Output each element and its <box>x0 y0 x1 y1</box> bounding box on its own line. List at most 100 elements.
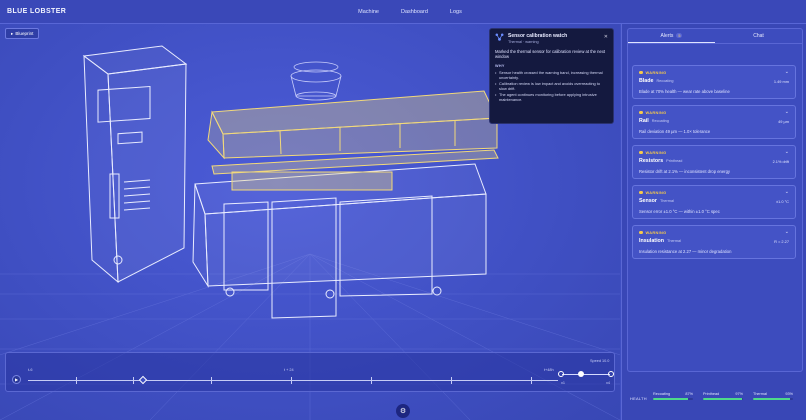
nav-machine[interactable]: Machine <box>358 9 379 15</box>
alert-name: Resistors <box>639 158 664 164</box>
health-printhead: Printhead 97% <box>703 392 743 400</box>
blueprint-label: Blueprint <box>15 31 34 36</box>
settings-gear-icon[interactable]: ⚙ <box>396 404 410 418</box>
alert-card-sensor[interactable]: WARNING ⌄ Sensor Thermal ±1.0 °C Sensor e… <box>632 185 796 219</box>
highlighted-assembly <box>207 90 499 175</box>
chevron-down-icon[interactable]: ⌄ <box>785 189 789 195</box>
warning-dot-icon <box>639 230 643 235</box>
top-bar: BLUE LOBSTER Machine Dashboard Logs <box>0 0 806 24</box>
right-sidebar: Alerts 5 Chat WARNING ⌄ Blade Recoating 1… <box>621 24 806 420</box>
play-button[interactable]: ▶ <box>12 375 21 384</box>
alert-value: R = 2.27 <box>774 239 789 244</box>
chevron-down-icon[interactable]: ⌄ <box>785 229 789 235</box>
alert-category: Thermal <box>667 239 681 243</box>
alerts-count-badge: 5 <box>676 33 683 38</box>
alert-description: Sensor error ±1.0 °C — within ±1.0 °C sp… <box>639 209 720 214</box>
alert-name: Blade <box>639 78 654 84</box>
agent-icon <box>495 33 504 41</box>
health-recoating: Recoating 87% <box>653 392 693 400</box>
warning-dot-icon <box>639 150 643 155</box>
timeline-tick <box>133 377 134 384</box>
alert-category: Recoating <box>656 79 674 83</box>
health-percent: 97% <box>735 392 743 396</box>
alert-value: 49 µm <box>778 119 789 124</box>
speed-min-label: x1 <box>561 381 566 385</box>
health-fill <box>653 398 688 400</box>
timeline-track[interactable] <box>28 380 558 381</box>
alert-level: WARNING <box>645 150 667 155</box>
timeline-tick <box>531 377 532 384</box>
timeline-tick <box>291 377 292 384</box>
timeline-tick <box>371 377 372 384</box>
alert-level: WARNING <box>645 70 667 75</box>
alert-card-insulation[interactable]: WARNING ⌄ Insulation Thermal R = 2.27 Ins… <box>632 225 796 259</box>
sensor-popup: Sensor calibration watch Thermal · warni… <box>489 28 614 124</box>
popup-title: Sensor calibration watch <box>508 33 568 39</box>
popup-subtitle: Thermal · warning <box>508 40 539 44</box>
health-fill <box>703 398 742 400</box>
timeline-tick <box>76 377 77 384</box>
hopper <box>290 61 342 101</box>
tab-alerts[interactable]: Alerts 5 <box>628 29 715 43</box>
alert-level: WARNING <box>645 110 667 115</box>
alert-level: WARNING <box>645 190 667 195</box>
nav-logs[interactable]: Logs <box>450 9 462 15</box>
reason-list: Sensor health crossed the warning band, … <box>495 70 608 102</box>
warning-dot-icon <box>639 190 643 195</box>
why-heading: WHY <box>495 63 505 68</box>
alert-description: Insulation resistance at 2.27 — minor de… <box>639 249 732 254</box>
tab-alerts-label: Alerts <box>660 32 674 39</box>
alert-card-blade[interactable]: WARNING ⌄ Blade Recoating 1.49 mm Blade a… <box>632 65 796 99</box>
blueprint-button[interactable]: ▸ Blueprint <box>5 28 40 39</box>
speed-max-handle <box>608 371 614 377</box>
speed-min-handle <box>558 371 564 377</box>
timeline-tick <box>451 377 452 384</box>
alert-category: Thermal <box>659 199 674 203</box>
tab-chat[interactable]: Chat <box>715 29 802 43</box>
speed-knob[interactable] <box>578 371 584 377</box>
speed-slider[interactable] <box>562 374 610 375</box>
panel-tabs: Alerts 5 Chat <box>628 29 802 44</box>
alert-category: Printhead <box>666 159 683 163</box>
alert-category: Recoating <box>651 119 669 123</box>
timeline-end-label: t+48h <box>544 368 554 372</box>
speed-label: Speed 10.0 <box>590 359 610 363</box>
timeline-playhead[interactable] <box>138 375 148 385</box>
timeline-mid-label: t + 24 <box>284 368 294 372</box>
timeline-tick <box>211 377 212 384</box>
health-percent: 93% <box>785 392 793 396</box>
alert-value: 1.49 mm <box>773 79 789 84</box>
alert-card-resistors[interactable]: WARNING ⌄ Resistors Printhead 2.1% drift … <box>632 145 796 179</box>
tall-cabinet <box>82 45 188 284</box>
health-label: HEALTH <box>630 396 647 401</box>
main-nav: Machine Dashboard Logs <box>0 0 806 24</box>
chevron-down-icon[interactable]: ⌄ <box>785 109 789 115</box>
health-percent: 87% <box>685 392 693 396</box>
reason-item: Calibration review is low impact and avo… <box>495 81 608 91</box>
alert-value: 2.1% drift <box>772 159 789 164</box>
alert-name: Sensor <box>639 198 657 204</box>
warning-dot-icon <box>639 70 643 75</box>
chevron-down-icon[interactable]: ⌄ <box>785 149 789 155</box>
chevron-down-icon[interactable]: ⌄ <box>785 69 789 75</box>
health-fill <box>753 398 791 400</box>
tab-chat-label: Chat <box>753 33 764 39</box>
nav-dashboard[interactable]: Dashboard <box>401 9 428 15</box>
health-thermal: Thermal 93% <box>753 392 793 400</box>
close-icon[interactable]: ✕ <box>604 34 608 40</box>
alerts-panel: Alerts 5 Chat WARNING ⌄ Blade Recoating 1… <box>627 28 803 372</box>
warning-dot-icon <box>639 110 643 115</box>
alert-description: Resistor drift at 2.1% — inconsistent dr… <box>639 169 731 174</box>
speed-max-label: x4 <box>606 381 611 385</box>
reason-item: The agent continues monitoring before ap… <box>495 92 608 102</box>
timeline-panel: ▶ t-6 t + 24 t+48h Speed 10.0 x1 x4 <box>5 352 615 392</box>
alert-description: Blade at 70% health — wear rate above ba… <box>639 89 730 94</box>
machine-viewport[interactable]: ▸ Blueprint Sensor calibration watch The… <box>0 24 620 420</box>
play-small-icon: ▸ <box>11 30 14 36</box>
alert-name: Rail <box>639 118 649 124</box>
alert-description: Rail deviation 49 µm — 1.0× tolerance <box>639 129 711 134</box>
alert-card-rail[interactable]: WARNING ⌄ Rail Recoating 49 µm Rail devia… <box>632 105 796 139</box>
popup-description: Marked the thermal sensor for calibratio… <box>495 49 606 60</box>
health-bar-panel: HEALTH Recoating 87% Printhead 97% Therm… <box>627 376 803 416</box>
alert-level: WARNING <box>645 230 667 235</box>
